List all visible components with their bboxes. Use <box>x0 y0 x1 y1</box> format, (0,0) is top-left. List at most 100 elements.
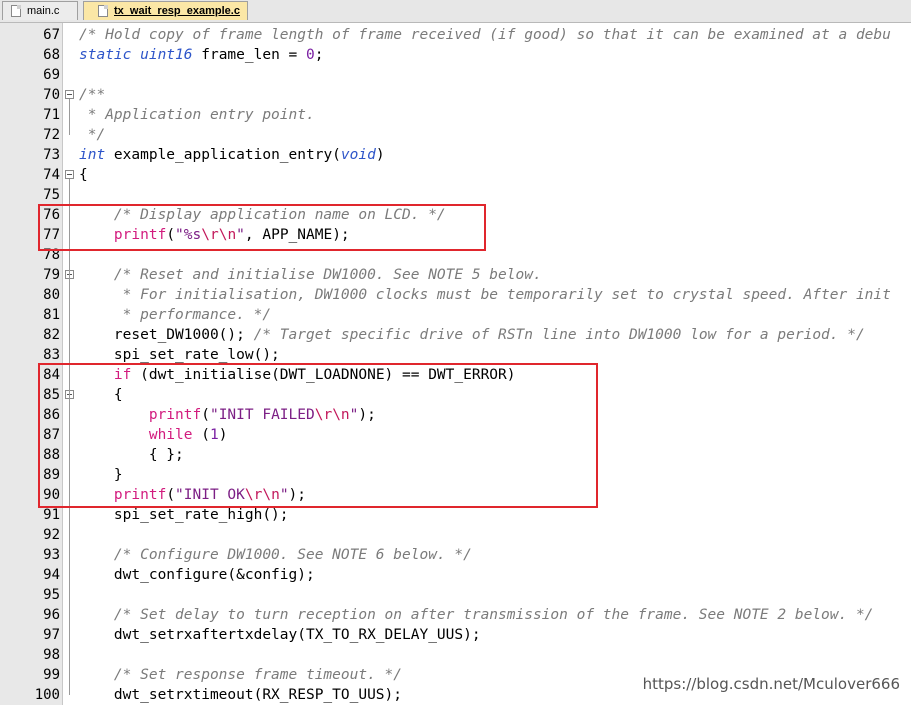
code-line[interactable]: 83 spi_set_rate_low(); <box>0 345 911 365</box>
code-line[interactable]: 92 <box>0 525 911 545</box>
code-token: ; <box>314 47 324 63</box>
code-token: dwt_setrxtimeout(RX_RESP_TO_UUS); <box>79 687 403 703</box>
code-line[interactable]: 91 spi_set_rate_high(); <box>0 505 911 525</box>
line-number: 69 <box>43 67 60 83</box>
code-line[interactable]: 72 */ <box>0 125 911 145</box>
code-line[interactable]: 80 * For initialisation, DW1000 clocks m… <box>0 285 911 305</box>
code-token: spi_set_rate_high(); <box>79 507 289 523</box>
line-number: 90 <box>43 487 60 503</box>
code-text: int example_application_entry(void) <box>79 145 385 165</box>
code-token: "INIT FAILED <box>209 407 315 423</box>
line-number: 74 <box>43 167 60 183</box>
code-line[interactable]: 97 dwt_setrxaftertxdelay(TX_TO_RX_DELAY_… <box>0 625 911 645</box>
code-text: /* Hold copy of frame length of frame re… <box>79 25 891 45</box>
line-number: 88 <box>43 447 60 463</box>
code-text: /* Configure DW1000. See NOTE 6 below. *… <box>79 545 472 565</box>
line-number: 99 <box>43 667 60 683</box>
code-text: { <box>79 385 123 405</box>
code-token: /* Set delay to turn reception on after … <box>79 607 874 623</box>
line-number: 77 <box>43 227 60 243</box>
code-token: ( <box>166 227 176 243</box>
line-number: 84 <box>43 367 60 383</box>
code-line[interactable]: 94 dwt_configure(&config); <box>0 565 911 585</box>
code-line[interactable]: 84 if (dwt_initialise(DWT_LOADNONE) == D… <box>0 365 911 385</box>
code-text: * performance. */ <box>79 305 271 325</box>
code-line[interactable]: 82 reset_DW1000(); /* Target specific dr… <box>0 325 911 345</box>
code-token: " <box>236 227 245 243</box>
code-line[interactable]: 73 int example_application_entry(void) <box>0 145 911 165</box>
line-number: 67 <box>43 27 60 43</box>
code-token: 0 <box>306 47 315 63</box>
code-token: "%s <box>175 227 202 243</box>
code-text: printf("INIT OK\r\n"); <box>79 485 306 505</box>
tab-tx-wait-resp-example-c[interactable]: tx_wait_resp_example.c <box>83 1 248 20</box>
code-line[interactable]: 98 <box>0 645 911 665</box>
code-token: frame_len = <box>192 47 306 63</box>
line-number: 87 <box>43 427 60 443</box>
code-token: ( <box>201 407 210 423</box>
code-token: ( <box>166 487 176 503</box>
code-token: printf <box>113 227 167 243</box>
code-text: printf("%s\r\n", APP_NAME); <box>79 225 350 245</box>
fold-collapse-icon[interactable] <box>65 90 74 99</box>
line-number: 78 <box>43 247 60 263</box>
line-number: 86 <box>43 407 60 423</box>
code-line[interactable]: 67 /* Hold copy of frame length of frame … <box>0 25 911 45</box>
code-line[interactable]: 93 /* Configure DW1000. See NOTE 6 below… <box>0 545 911 565</box>
code-token: "INIT OK <box>175 487 245 503</box>
code-line[interactable]: 76 /* Display application name on LCD. *… <box>0 205 911 225</box>
code-text: /* Set delay to turn reception on after … <box>79 605 874 625</box>
code-token: ); <box>288 487 307 503</box>
code-line[interactable]: 71 * Application entry point. <box>0 105 911 125</box>
code-token: printf <box>148 407 202 423</box>
code-line[interactable]: 87 while (1) <box>0 425 911 445</box>
code-line[interactable]: 96 /* Set delay to turn reception on aft… <box>0 605 911 625</box>
code-text: printf("INIT FAILED\r\n"); <box>79 405 376 425</box>
code-line[interactable]: 78 <box>0 245 911 265</box>
code-token: ( <box>192 427 210 443</box>
code-line[interactable]: 77 printf("%s\r\n", APP_NAME); <box>0 225 911 245</box>
code-token: { }; <box>79 447 184 463</box>
c-file-icon <box>98 5 108 17</box>
code-token: \r\n <box>314 407 350 423</box>
code-line[interactable]: 81 * performance. */ <box>0 305 911 325</box>
code-text: reset_DW1000(); /* Target specific drive… <box>79 325 865 345</box>
code-token: (dwt_initialise(DWT_LOADNONE) == DWT_ERR… <box>131 367 516 383</box>
code-line[interactable]: 85 { <box>0 385 911 405</box>
line-number: 70 <box>43 87 60 103</box>
code-line[interactable]: 74 { <box>0 165 911 185</box>
code-token: ) <box>375 147 385 163</box>
line-number: 71 <box>43 107 60 123</box>
code-line[interactable]: 69 <box>0 65 911 85</box>
code-line[interactable]: 86 printf("INIT FAILED\r\n"); <box>0 405 911 425</box>
code-line[interactable]: 68 static uint16 frame_len = 0; <box>0 45 911 65</box>
code-line[interactable]: 90 printf("INIT OK\r\n"); <box>0 485 911 505</box>
code-line[interactable]: 88 { }; <box>0 445 911 465</box>
code-line[interactable]: 70 /** <box>0 85 911 105</box>
code-token: reset_DW1000(); <box>79 327 254 343</box>
code-token: 1 <box>209 427 219 443</box>
code-line[interactable]: 79 /* Reset and initialise DW1000. See N… <box>0 265 911 285</box>
code-text: static uint16 frame_len = 0; <box>79 45 323 65</box>
code-line[interactable]: 95 <box>0 585 911 605</box>
line-number: 76 <box>43 207 60 223</box>
code-token: dwt_configure(&config); <box>79 567 315 583</box>
code-token: { <box>79 167 88 183</box>
fold-guide-line <box>69 399 70 475</box>
code-text: * Application entry point. <box>79 105 315 125</box>
code-text: */ <box>79 125 105 145</box>
code-line[interactable]: 75 <box>0 185 911 205</box>
watermark: https://blog.csdn.net/Mculover666 <box>642 675 900 693</box>
tab-bar: main.c tx_wait_resp_example.c <box>0 0 911 23</box>
tab-main-c[interactable]: main.c <box>2 1 78 20</box>
code-token: /* Reset and initialise DW1000. See NOTE… <box>79 267 542 283</box>
code-line[interactable]: 89 } <box>0 465 911 485</box>
tab-label: main.c <box>27 5 60 17</box>
code-token: uint16 <box>140 47 193 63</box>
code-text: dwt_setrxtimeout(RX_RESP_TO_UUS); <box>79 685 402 705</box>
fold-collapse-icon[interactable] <box>65 170 74 179</box>
code-token: /* Configure DW1000. See NOTE 6 below. *… <box>79 547 472 563</box>
code-token: ); <box>358 407 376 423</box>
code-token: dwt_setrxaftertxdelay(TX_TO_RX_DELAY_UUS… <box>79 627 481 643</box>
